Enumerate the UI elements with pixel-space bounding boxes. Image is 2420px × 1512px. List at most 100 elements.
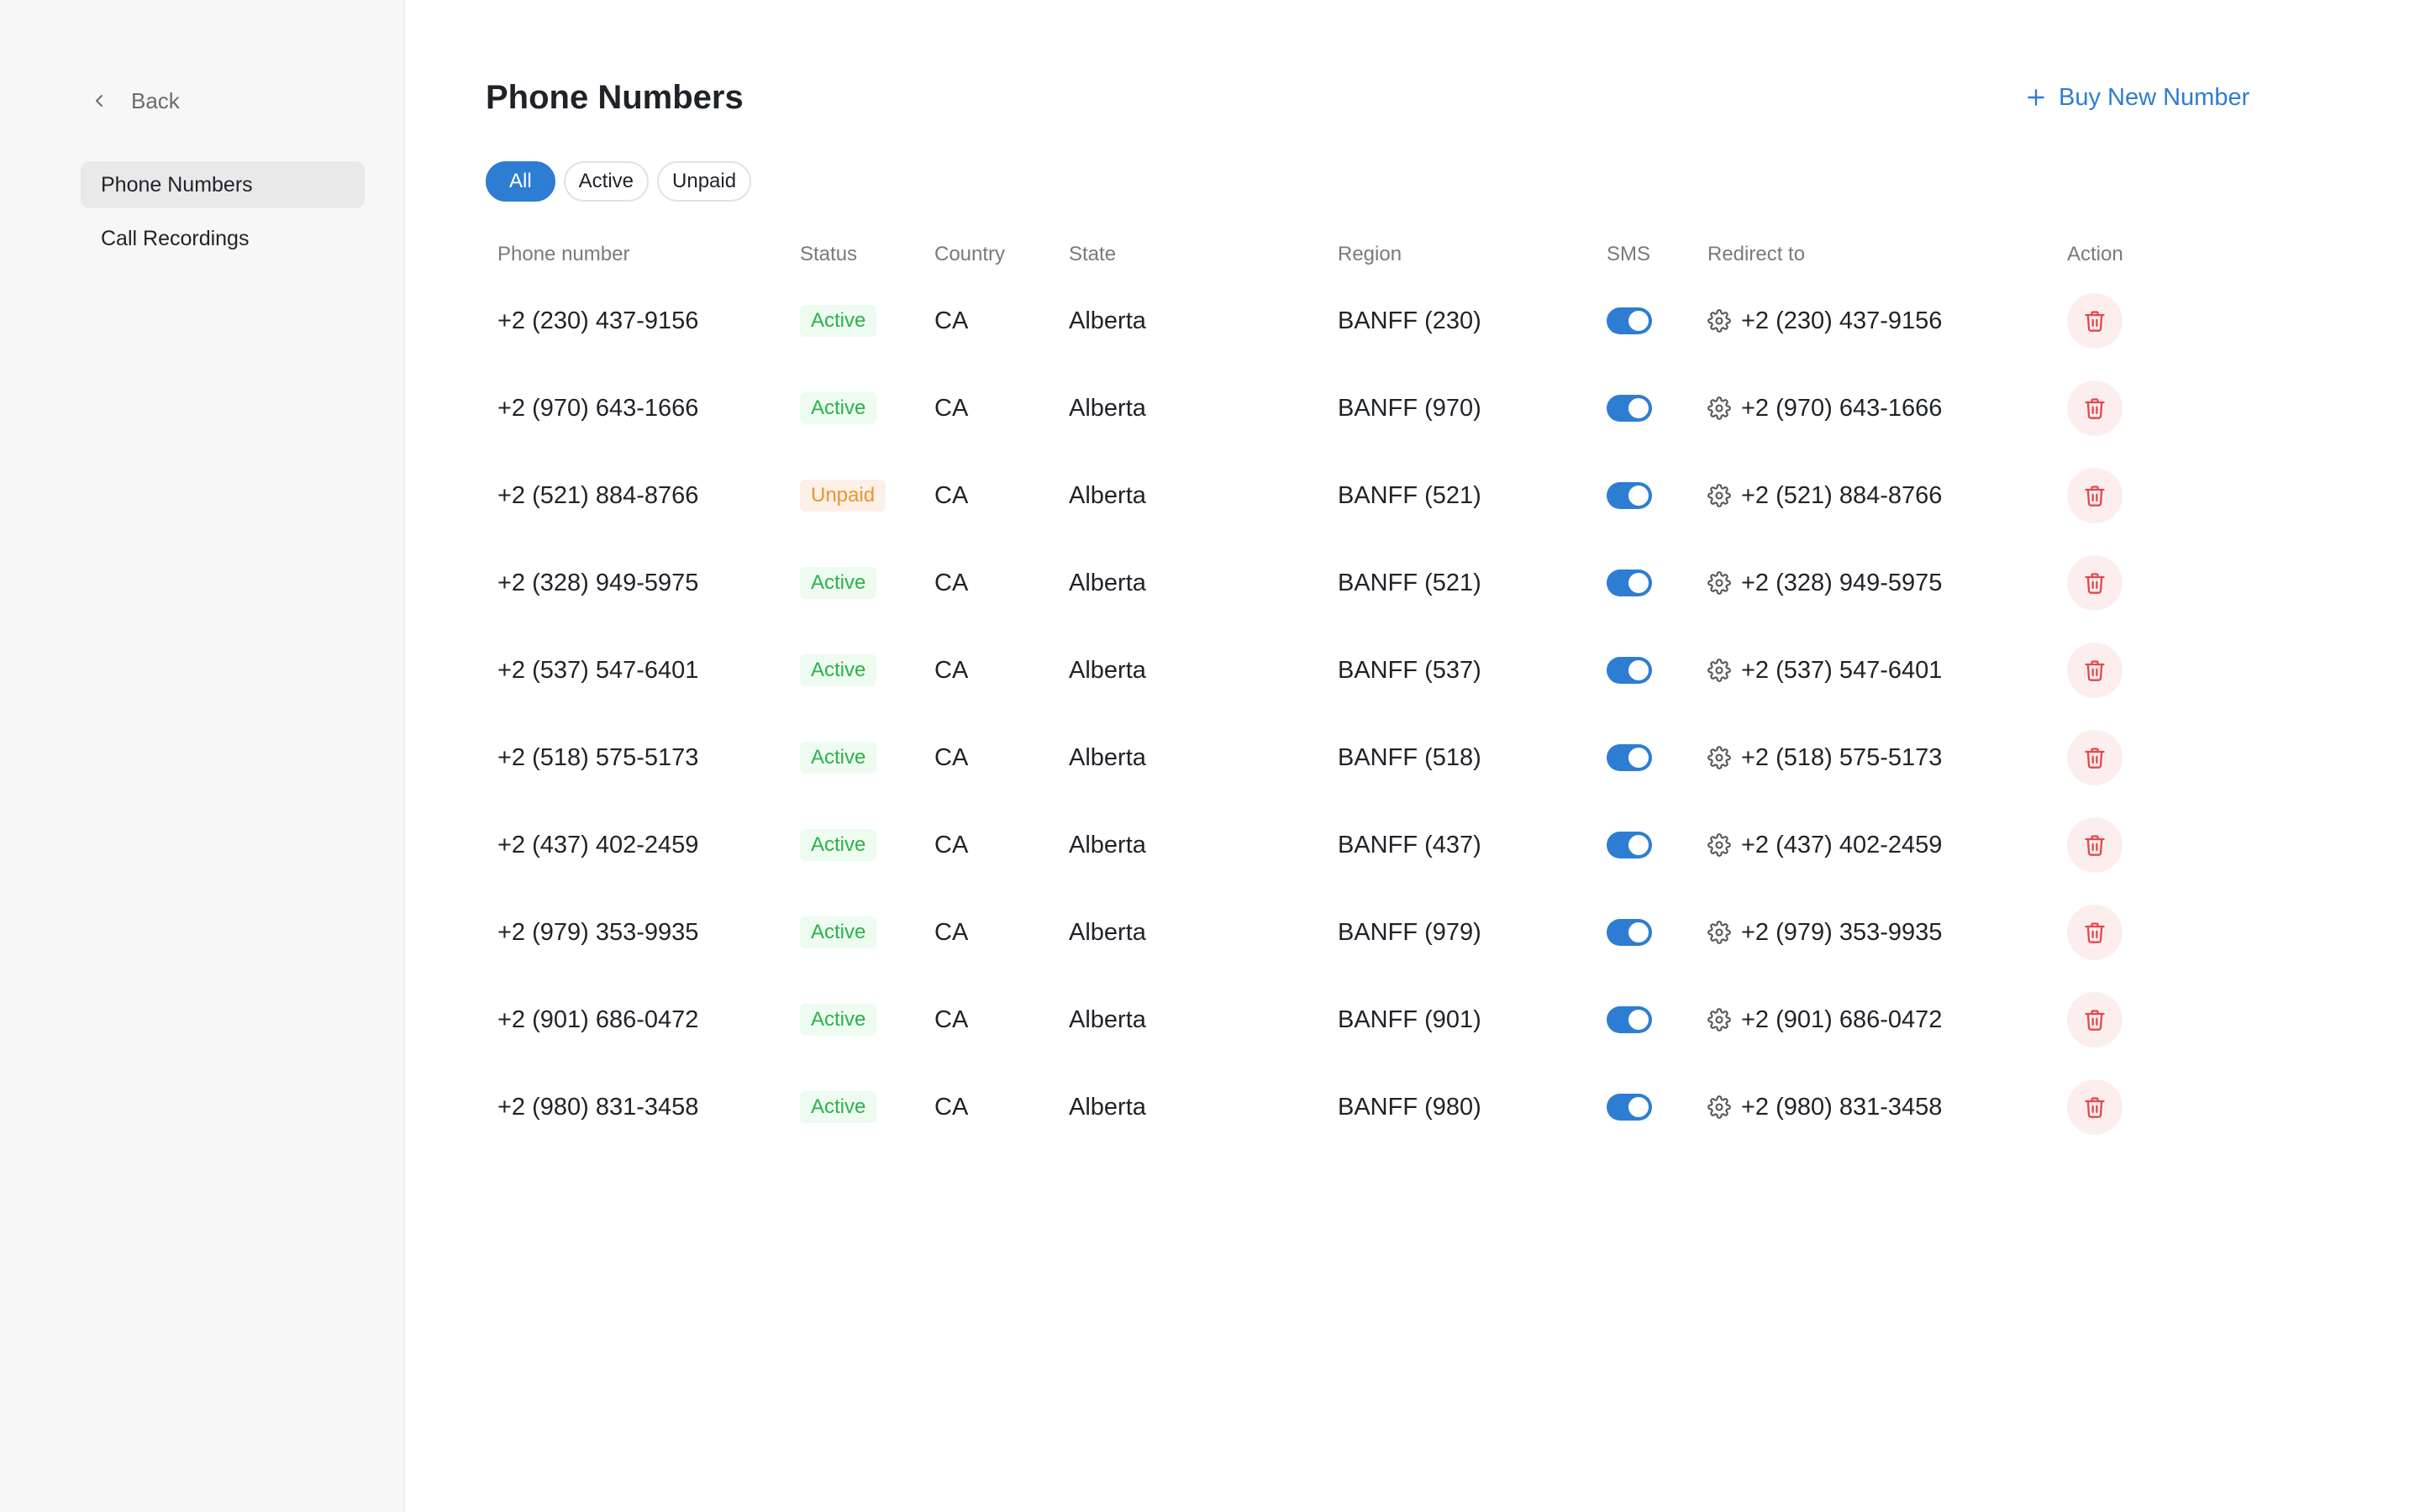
column-header-phone[interactable]: Phone number: [497, 232, 629, 277]
sms-toggle[interactable]: [1607, 482, 1652, 509]
toggle-knob: [1628, 748, 1649, 768]
delete-button[interactable]: [2067, 730, 2123, 785]
sms-toggle[interactable]: [1607, 919, 1652, 946]
delete-button[interactable]: [2067, 293, 2123, 349]
delete-button[interactable]: [2067, 555, 2123, 611]
chevron-left-icon: [96, 95, 103, 107]
sidebar-item-phone-numbers[interactable]: Phone Numbers: [81, 161, 365, 208]
trash-icon: [2085, 660, 2105, 681]
status-badge: Active: [800, 567, 877, 599]
status-badge: Active: [800, 654, 877, 686]
region: BANFF (979): [1338, 918, 1481, 946]
gear-icon[interactable]: [1707, 921, 1731, 944]
gear-icon[interactable]: [1707, 1008, 1731, 1032]
delete-button[interactable]: [2067, 905, 2123, 960]
delete-button[interactable]: [2067, 643, 2123, 698]
delete-button[interactable]: [2067, 817, 2123, 873]
sms-cell: [1607, 452, 1652, 539]
column-header-sms[interactable]: SMS: [1607, 232, 1650, 277]
sms-toggle[interactable]: [1607, 657, 1652, 684]
action-cell: [2067, 539, 2123, 627]
sidebar: Back Phone Numbers Call Recordings: [0, 0, 405, 1512]
sms-toggle[interactable]: [1607, 307, 1652, 334]
column-header-status[interactable]: Status: [800, 232, 857, 277]
sidebar-item-label: Phone Numbers: [101, 172, 253, 197]
redirect-number: +2 (979) 353-9935: [1741, 918, 1943, 946]
buy-new-number-button[interactable]: Buy New Number: [2025, 81, 2249, 114]
state: Alberta: [1069, 1093, 1146, 1121]
column-header-redirect[interactable]: Redirect to: [1707, 232, 1805, 277]
gear-icon[interactable]: [1707, 833, 1731, 857]
status-cell: Active: [800, 889, 877, 976]
trash-icon: [2085, 748, 2105, 769]
gear-icon[interactable]: [1707, 1095, 1731, 1119]
redirect-cell: +2 (328) 949-5975: [1707, 539, 1942, 627]
sms-toggle[interactable]: [1607, 395, 1652, 422]
state: Alberta: [1069, 656, 1146, 684]
gear-icon[interactable]: [1707, 396, 1731, 420]
sms-toggle[interactable]: [1607, 1006, 1652, 1033]
filter-all[interactable]: All: [486, 161, 555, 202]
region: BANFF (537): [1338, 656, 1481, 684]
sidebar-item-call-recordings[interactable]: Call Recordings: [81, 215, 365, 262]
delete-button[interactable]: [2067, 992, 2123, 1047]
phone-number: +2 (537) 547-6401: [497, 656, 699, 684]
sms-toggle[interactable]: [1607, 570, 1652, 596]
phone-number: +2 (518) 575-5173: [497, 743, 699, 771]
state: Alberta: [1069, 1005, 1146, 1033]
country: CA: [934, 1093, 969, 1121]
sms-cell: [1607, 1063, 1652, 1151]
country: CA: [934, 918, 969, 946]
redirect-cell: +2 (901) 686-0472: [1707, 976, 1942, 1063]
column-header-country[interactable]: Country: [934, 232, 1005, 277]
delete-button[interactable]: [2067, 468, 2123, 523]
table-body: +2 (230) 437-9156 Active CA Alberta BANFF (2…: [405, 277, 2420, 1151]
gear-icon[interactable]: [1707, 309, 1731, 333]
sms-toggle[interactable]: [1607, 1094, 1652, 1121]
gear-icon[interactable]: [1707, 484, 1731, 507]
gear-icon[interactable]: [1707, 571, 1731, 595]
phone-number: +2 (980) 831-3458: [497, 1093, 699, 1121]
table-row: +2 (437) 402-2459 Active CA Alberta BANFF (4…: [405, 801, 2420, 889]
region: BANFF (970): [1338, 394, 1481, 422]
trash-icon: [2085, 1010, 2105, 1031]
back-button[interactable]: Back: [89, 84, 180, 118]
trash-icon: [2085, 486, 2105, 507]
redirect-number: +2 (437) 402-2459: [1741, 831, 1943, 858]
gear-icon[interactable]: [1707, 746, 1731, 769]
toggle-knob: [1628, 1097, 1649, 1117]
status-cell: Active: [800, 1063, 877, 1151]
phone-number: +2 (521) 884-8766: [497, 481, 699, 509]
status-cell: Active: [800, 277, 877, 365]
filter-active[interactable]: Active: [563, 161, 650, 202]
toggle-knob: [1628, 922, 1649, 942]
trash-icon: [2085, 835, 2105, 856]
redirect-number: +2 (970) 643-1666: [1741, 394, 1943, 422]
sms-cell: [1607, 365, 1652, 452]
buy-new-number-label: Buy New Number: [2059, 83, 2250, 111]
delete-button[interactable]: [2067, 1079, 2123, 1135]
country: CA: [934, 481, 969, 509]
status-cell: Active: [800, 627, 877, 714]
gear-icon[interactable]: [1707, 659, 1731, 682]
state: Alberta: [1069, 569, 1146, 596]
delete-button[interactable]: [2067, 381, 2123, 436]
filter-tabs: All Active Unpaid: [486, 161, 752, 202]
redirect-cell: +2 (537) 547-6401: [1707, 627, 1942, 714]
state: Alberta: [1069, 394, 1146, 422]
table-row: +2 (980) 831-3458 Active CA Alberta BANFF (9…: [405, 1063, 2420, 1151]
sms-toggle[interactable]: [1607, 832, 1652, 858]
country: CA: [934, 656, 969, 684]
toggle-knob: [1628, 486, 1649, 506]
action-cell: [2067, 714, 2123, 801]
column-header-state[interactable]: State: [1069, 232, 1116, 277]
filter-unpaid[interactable]: Unpaid: [657, 161, 752, 202]
country: CA: [934, 1005, 969, 1033]
trash-icon: [2085, 398, 2105, 419]
status-badge: Active: [800, 742, 877, 774]
sms-cell: [1607, 714, 1652, 801]
column-header-region[interactable]: Region: [1338, 232, 1402, 277]
table-row: +2 (537) 547-6401 Active CA Alberta BANFF (5…: [405, 627, 2420, 714]
sms-toggle[interactable]: [1607, 744, 1652, 771]
region: BANFF (230): [1338, 307, 1481, 334]
